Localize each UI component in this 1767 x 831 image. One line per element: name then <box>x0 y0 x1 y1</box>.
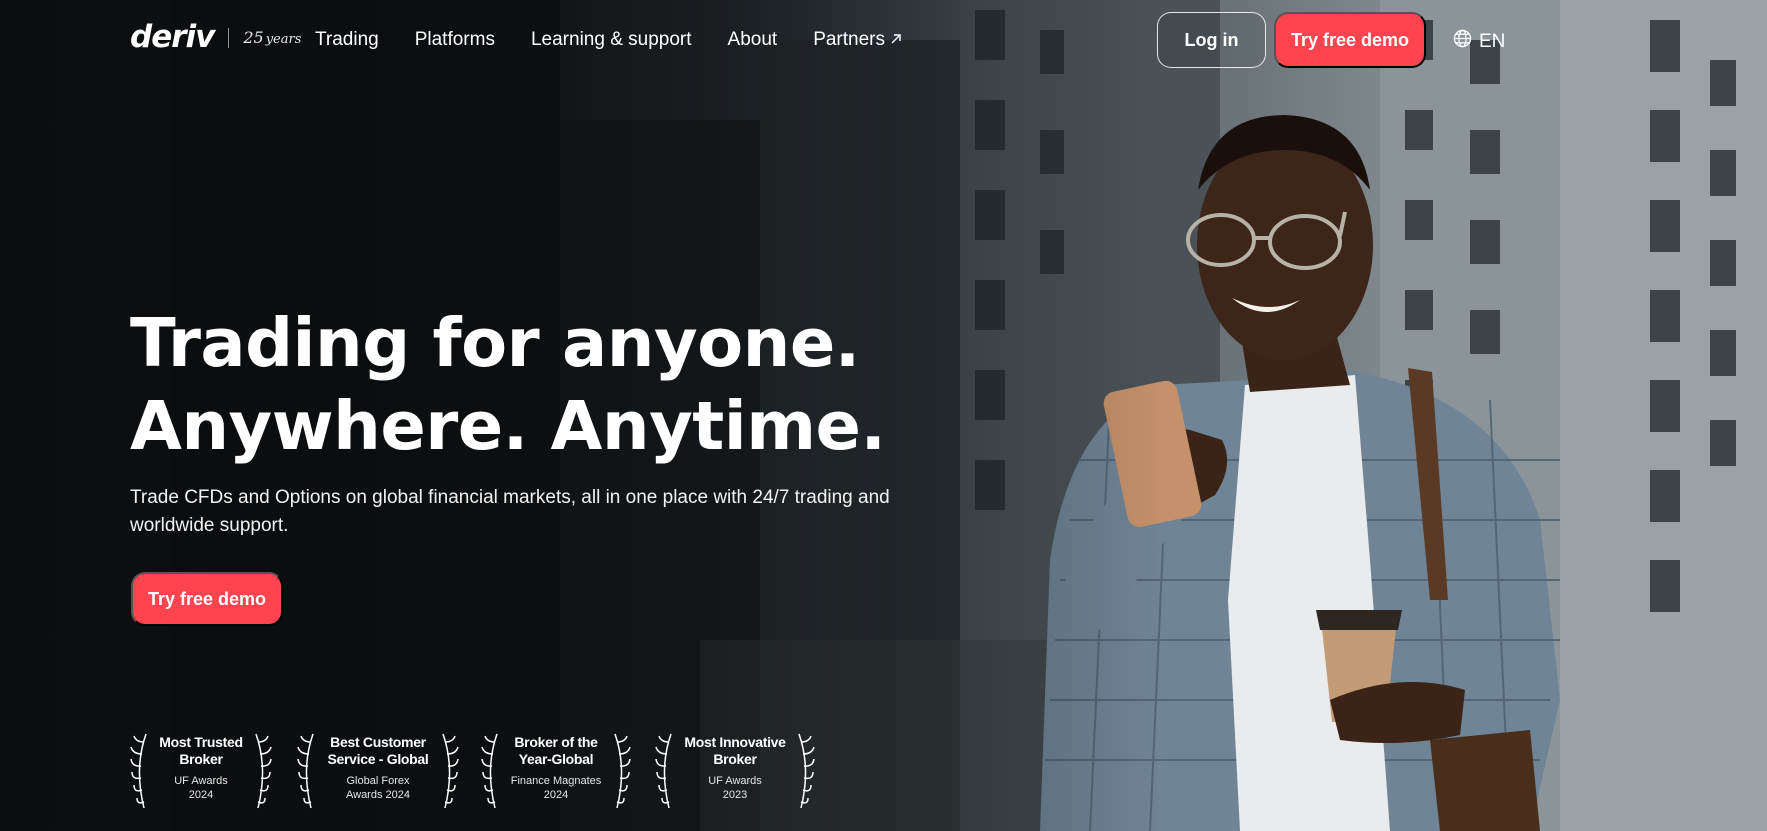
laurel-right-icon <box>255 733 272 809</box>
try-free-demo-hero-button[interactable]: Try free demo <box>131 572 283 626</box>
hero-title: Trading for anyone. Anywhere. Anytime. <box>130 302 886 468</box>
award-badge: Most Trusted Broker UF Awards 2024 <box>130 730 272 810</box>
nav-item-platforms[interactable]: Platforms <box>415 29 495 51</box>
deriv-logo[interactable]: deriv 25 years <box>130 22 301 53</box>
award-organization: UF Awards 2024 <box>174 775 228 801</box>
nav-item-learning-support[interactable]: Learning & support <box>531 29 692 51</box>
awards-row: Most Trusted Broker UF Awards 2024 Best Cu… <box>130 730 815 810</box>
language-label: EN <box>1479 30 1506 52</box>
nav-item-partners[interactable]: Partners <box>813 29 902 51</box>
award-text: Most Innovative Broker UF Awards 2023 <box>684 730 786 802</box>
anniversary-number: 25 <box>243 28 264 47</box>
award-badge: Broker of the Year-Global Finance Magnate… <box>481 730 631 810</box>
award-text: Best Customer Service - Global Global For… <box>327 730 428 802</box>
award-name: Most Innovative Broker <box>684 734 786 767</box>
award-text: Most Trusted Broker UF Awards 2024 <box>159 730 243 802</box>
globe-icon <box>1453 29 1472 54</box>
hero-title-line-1: Trading for anyone. <box>130 304 860 382</box>
hero-subtitle-line-1: Trade CFDs and Options on global financi… <box>130 487 890 508</box>
award-badge: Best Customer Service - Global Global For… <box>297 730 459 810</box>
site-header: deriv 25 years Trading Platforms Learnin… <box>0 0 1767 80</box>
laurel-right-icon <box>614 733 631 809</box>
laurel-left-icon <box>481 733 498 809</box>
hero-subtitle-line-2: worldwide support. <box>130 515 289 536</box>
laurel-right-icon <box>798 733 815 809</box>
anniversary-label: years <box>265 32 302 47</box>
try-free-demo-header-button[interactable]: Try free demo <box>1274 12 1426 68</box>
award-organization: Finance Magnates 2024 <box>510 775 602 801</box>
award-organization: Global Forex Awards 2024 <box>345 775 410 801</box>
anniversary-badge: 25 years <box>243 28 301 47</box>
language-selector[interactable]: EN <box>1453 29 1505 54</box>
login-button[interactable]: Log in <box>1157 12 1266 68</box>
award-name: Most Trusted Broker <box>159 734 243 767</box>
award-name: Broker of the Year-Global <box>514 734 598 767</box>
award-badge: Most Innovative Broker UF Awards 2023 <box>655 730 815 810</box>
main-nav: Trading Platforms Learning & support Abo… <box>315 29 902 51</box>
logo-separator <box>228 27 230 48</box>
nav-item-trading[interactable]: Trading <box>315 29 379 51</box>
laurel-left-icon <box>130 733 147 809</box>
hero-title-line-2: Anywhere. Anytime. <box>130 387 886 465</box>
laurel-right-icon <box>442 733 459 809</box>
nav-item-about[interactable]: About <box>728 29 778 51</box>
laurel-left-icon <box>655 733 672 809</box>
award-name: Best Customer Service - Global <box>327 734 429 767</box>
logo-wordmark: deriv <box>130 19 215 55</box>
award-organization: UF Awards 2023 <box>708 775 762 801</box>
hero-subtitle: Trade CFDs and Options on global financi… <box>130 484 890 540</box>
award-text: Broker of the Year-Global Finance Magnate… <box>511 730 602 802</box>
nav-item-partners-label: Partners <box>813 29 885 50</box>
external-arrow-icon <box>890 33 902 48</box>
laurel-left-icon <box>297 733 314 809</box>
